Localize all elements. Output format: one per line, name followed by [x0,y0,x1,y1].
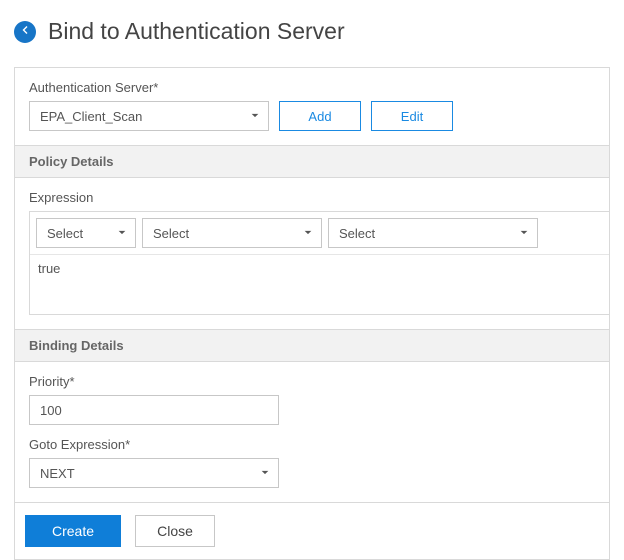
close-button[interactable]: Close [135,515,215,547]
edit-button[interactable]: Edit [371,101,453,131]
expression-label: Expression [29,190,609,205]
goto-expression-select-value: NEXT [40,466,75,481]
auth-server-select[interactable]: EPA_Client_Scan [29,101,269,131]
expression-select-2[interactable]: Select [142,218,322,248]
priority-input[interactable] [29,395,279,425]
expression-select-2-value: Select [153,226,189,241]
goto-expression-select[interactable]: NEXT [29,458,279,488]
binding-details-header: Binding Details [15,329,609,362]
chevron-down-icon [303,226,313,241]
chevron-down-icon [519,226,529,241]
expression-select-3-value: Select [339,226,375,241]
auth-server-label: Authentication Server* [29,80,595,95]
chevron-down-icon [117,226,127,241]
expression-select-1[interactable]: Select [36,218,136,248]
chevron-down-icon [260,466,270,481]
back-button[interactable] [14,21,36,43]
add-button[interactable]: Add [279,101,361,131]
expression-textarea[interactable] [30,255,609,311]
expression-select-1-value: Select [47,226,83,241]
expression-select-3[interactable]: Select [328,218,538,248]
goto-expression-label: Goto Expression* [29,437,595,452]
policy-details-header: Policy Details [15,145,609,178]
chevron-down-icon [250,109,260,124]
priority-label: Priority* [29,374,595,389]
arrow-left-icon [19,24,31,39]
page-title: Bind to Authentication Server [48,18,345,45]
auth-server-select-value: EPA_Client_Scan [40,109,142,124]
create-button[interactable]: Create [25,515,121,547]
